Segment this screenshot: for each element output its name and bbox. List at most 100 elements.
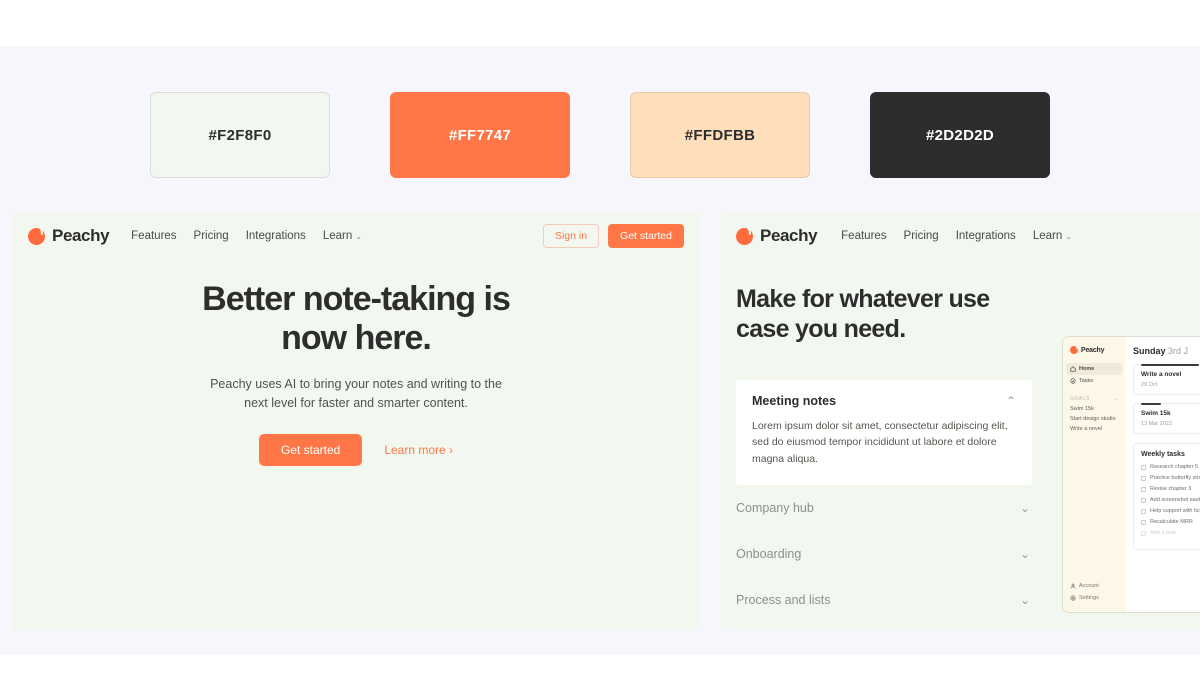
- left-navbar: Peachy Features Pricing Integrations Lea…: [12, 212, 700, 260]
- swatch-label: #FFDFBB: [684, 126, 756, 144]
- chevron-down-icon: ⌄: [355, 232, 362, 241]
- hero-heading: Better note-taking is now here.: [12, 280, 700, 359]
- weekly-tasks-card: Weekly tasks Research chapter 5 Practice…: [1133, 443, 1200, 550]
- task-label: Add screenshot east: [1150, 497, 1200, 503]
- sign-in-button[interactable]: Sign in: [542, 224, 600, 248]
- chevron-down-icon[interactable]: ⌄: [1020, 548, 1030, 560]
- mini-app-date-heading: Sunday 3rd J: [1133, 346, 1200, 356]
- checkbox[interactable]: [1141, 497, 1146, 503]
- card-progress-bar: [1141, 364, 1199, 366]
- peach-logo-icon: [28, 227, 45, 245]
- card-date: 29 Oct: [1141, 382, 1158, 388]
- mini-app-date-day: Sunday: [1133, 346, 1166, 356]
- color-swatch-row: #F2F8F0 #FF7747 #FFDFBB #2D2D2D: [0, 92, 1200, 178]
- accordion-title: Process and lists: [736, 592, 831, 607]
- chevron-up-icon[interactable]: ⌃: [1006, 395, 1016, 407]
- mini-app-brand-name: Peachy: [1081, 346, 1105, 354]
- add-task-row[interactable]: Add a task: [1141, 530, 1200, 536]
- checkbox[interactable]: [1141, 464, 1146, 470]
- hero-learn-more-link[interactable]: Learn more ›: [384, 443, 453, 457]
- sidebar-item-account[interactable]: Account: [1066, 580, 1103, 592]
- nav-link-pricing[interactable]: Pricing: [194, 230, 229, 242]
- weekly-tasks-title: Weekly tasks: [1141, 451, 1185, 458]
- nav-link-pricing[interactable]: Pricing: [904, 230, 939, 242]
- add-task-label: Add a task: [1150, 530, 1176, 536]
- sidebar-item-label: Account: [1079, 583, 1099, 589]
- nav-link-learn[interactable]: Learn ⌄: [323, 230, 362, 242]
- task-label: Revise chapter 3: [1150, 486, 1192, 492]
- task-row[interactable]: Practice butterfly stroke: [1141, 475, 1200, 481]
- accordion-header[interactable]: Meeting notes ⌃: [752, 394, 1016, 408]
- hero-subtext-line1: Peachy uses AI to bring your notes and w…: [210, 376, 502, 391]
- nav-link-learn-label: Learn: [1032, 230, 1063, 242]
- hero-get-started-button[interactable]: Get started: [258, 434, 363, 467]
- sidebar-section-label: GOALS: [1070, 396, 1090, 402]
- hero-heading-line1: Better note-taking is: [202, 280, 511, 318]
- accordion-item-company-hub[interactable]: Company hub ⌄: [736, 485, 1032, 531]
- sidebar-goal-item[interactable]: Swim 15k: [1070, 406, 1118, 412]
- gear-icon: [1070, 595, 1076, 601]
- user-icon: [1070, 583, 1076, 589]
- accordion-title: Meeting notes: [752, 394, 837, 408]
- swatch-2d2d2d: #2D2D2D: [870, 92, 1050, 178]
- goal-card[interactable]: Write a novel 29 Oct: [1133, 364, 1200, 395]
- right-heading-line2: case you need.: [736, 315, 906, 343]
- chevron-down-icon[interactable]: ⌄: [1020, 594, 1030, 606]
- left-hero: Better note-taking is now here. Peachy u…: [12, 280, 700, 467]
- right-nav-links: Features Pricing Integrations Learn ⌄: [841, 230, 1072, 242]
- task-row[interactable]: Add screenshot east: [1141, 497, 1200, 503]
- task-row[interactable]: Revise chapter 3: [1141, 486, 1200, 492]
- sidebar-item-label: Settings: [1079, 595, 1099, 601]
- nav-link-features[interactable]: Features: [131, 230, 176, 242]
- hero-cta-row: Get started Learn more ›: [12, 434, 700, 467]
- task-row[interactable]: Help support with tickets: [1141, 508, 1200, 514]
- sidebar-goal-item[interactable]: Start design studio: [1070, 416, 1118, 422]
- sidebar-item-label: Tasks: [1079, 378, 1094, 384]
- sidebar-item-settings[interactable]: Settings: [1066, 592, 1103, 604]
- brand-logo[interactable]: Peachy: [28, 226, 110, 246]
- accordion-title: Company hub: [736, 500, 814, 515]
- swatch-ff7747: #FF7747: [390, 92, 570, 178]
- brand-name: Peachy: [52, 226, 110, 245]
- nav-link-learn-label: Learn: [322, 230, 353, 242]
- chevron-down-icon[interactable]: ⌄: [1113, 396, 1118, 402]
- chevron-down-icon: ⌄: [1065, 232, 1072, 241]
- sidebar-item-tasks[interactable]: Tasks: [1066, 375, 1122, 387]
- card-title: Write a novel: [1141, 371, 1182, 378]
- sidebar-item-home[interactable]: Home: [1066, 363, 1122, 375]
- sidebar-goal-item[interactable]: Write a novel: [1070, 426, 1118, 432]
- mini-app-sidebar: Peachy Home Tasks GOALS ⌄ Swim 15k Start…: [1063, 337, 1125, 612]
- accordion-item-onboarding[interactable]: Onboarding ⌄: [736, 531, 1032, 577]
- nav-link-features[interactable]: Features: [841, 230, 886, 242]
- checkbox[interactable]: [1141, 475, 1146, 481]
- left-mockup-panel: Peachy Features Pricing Integrations Lea…: [12, 212, 700, 630]
- right-mockup-panel: Peachy Features Pricing Integrations Lea…: [722, 212, 1200, 630]
- checkbox[interactable]: [1141, 508, 1146, 514]
- task-row[interactable]: Research chapter 5: [1141, 464, 1200, 470]
- checkbox[interactable]: [1141, 519, 1146, 525]
- brand-logo[interactable]: Peachy: [736, 226, 818, 246]
- checkbox[interactable]: [1141, 530, 1146, 536]
- accordion-body: Lorem ipsum dolor sit amet, consectetur …: [752, 420, 1008, 465]
- brand-name: Peachy: [760, 226, 818, 245]
- sidebar-section-goals: GOALS ⌄: [1070, 396, 1118, 402]
- card-date: 13 Mar 2022: [1141, 421, 1172, 427]
- mini-app-brand: Peachy: [1070, 346, 1118, 354]
- sidebar-item-label: Home: [1079, 366, 1095, 372]
- accordion-item-meeting-notes[interactable]: Meeting notes ⌃ Lorem ipsum dolor sit am…: [736, 380, 1032, 485]
- task-row[interactable]: Recalculate MRR: [1141, 519, 1200, 525]
- nav-link-integrations[interactable]: Integrations: [246, 230, 306, 242]
- right-app-mockup: Peachy Home Tasks GOALS ⌄ Swim 15k Start…: [1062, 336, 1200, 613]
- card-title: Swim 15k: [1141, 410, 1171, 417]
- get-started-button[interactable]: Get started: [608, 224, 684, 248]
- nav-link-integrations[interactable]: Integrations: [956, 230, 1016, 242]
- accordion-item-process-and-lists[interactable]: Process and lists ⌄: [736, 577, 1032, 623]
- swatch-label: #F2F8F0: [208, 126, 272, 144]
- hero-subtext: Peachy uses AI to bring your notes and w…: [12, 375, 700, 413]
- goal-card[interactable]: Swim 15k 13 Mar 2022: [1133, 403, 1200, 434]
- nav-link-learn[interactable]: Learn ⌄: [1033, 230, 1072, 242]
- peach-logo-icon: [736, 227, 753, 245]
- checkbox[interactable]: [1141, 486, 1146, 492]
- mini-app-main: Sunday 3rd J Write a novel 29 Oct Swim 1…: [1125, 337, 1200, 612]
- chevron-down-icon[interactable]: ⌄: [1020, 502, 1030, 514]
